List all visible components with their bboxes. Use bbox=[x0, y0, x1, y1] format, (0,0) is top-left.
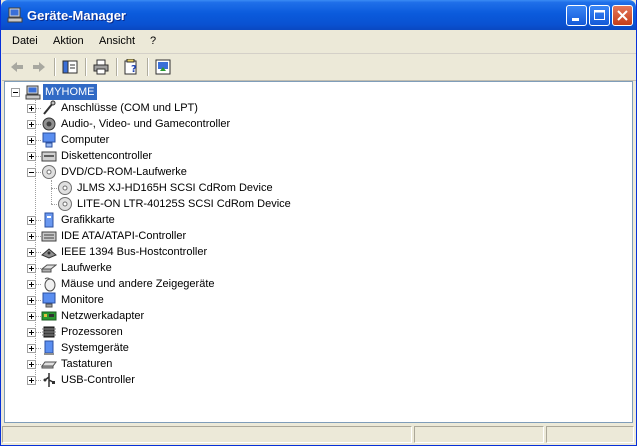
tree-item-monitore[interactable]: Monitore bbox=[5, 292, 625, 308]
tree-item-label: Computer bbox=[61, 134, 110, 146]
menu-datei[interactable]: Datei bbox=[12, 35, 38, 47]
tree-item-label: Netzwerkadapter bbox=[61, 310, 145, 322]
ide-controller-icon bbox=[41, 228, 57, 244]
tree-item-ma-use-und-andere-zeigegera-te[interactable]: Mäuse und andere Zeigegeräte bbox=[5, 276, 625, 292]
tree-item-label: Systemgeräte bbox=[61, 342, 129, 354]
computer-icon bbox=[41, 132, 57, 148]
tree-item-tastaturen[interactable]: Tastaturen bbox=[5, 356, 625, 372]
menu-help[interactable]: ? bbox=[150, 35, 156, 47]
close-icon bbox=[617, 10, 628, 21]
cdrom-icon bbox=[41, 164, 57, 180]
device-tree[interactable]: MYHOME Anschlüsse (COM und LPT) Audio-, Vi… bbox=[4, 81, 633, 423]
tree-item-dvd-cd-rom-laufwerke[interactable]: DVD/CD-ROM-Laufwerke bbox=[5, 164, 625, 180]
tree-root-myhome[interactable]: MYHOME bbox=[5, 84, 625, 100]
svg-text:?: ? bbox=[131, 64, 137, 75]
toolbar: ? bbox=[2, 54, 636, 81]
monitor-icon bbox=[41, 292, 57, 308]
tree-item-label: Laufwerke bbox=[61, 262, 112, 274]
properties-help-button[interactable]: ? bbox=[122, 57, 142, 77]
tree-item-netzwerkadapter[interactable]: Netzwerkadapter bbox=[5, 308, 625, 324]
audio-icon bbox=[41, 116, 57, 132]
tree-item-diskettencontroller[interactable]: Diskettencontroller bbox=[5, 148, 625, 164]
tree-item-ieee-1394-bus-hostcontroller[interactable]: IEEE 1394 Bus-Hostcontroller bbox=[5, 244, 625, 260]
update-driver-button[interactable] bbox=[153, 57, 173, 77]
tree-item-label: IEEE 1394 Bus-Hostcontroller bbox=[61, 246, 208, 258]
forward-button[interactable] bbox=[29, 57, 49, 77]
update-driver-icon bbox=[155, 59, 171, 75]
computer-icon bbox=[25, 84, 41, 100]
mouse-icon bbox=[41, 276, 57, 292]
status-panel-3 bbox=[546, 426, 634, 443]
device-manager-window: Geräte-Manager Datei Aktion Ansicht ? ? … bbox=[0, 0, 637, 446]
menu-ansicht[interactable]: Ansicht bbox=[99, 35, 135, 47]
close-button[interactable] bbox=[612, 5, 633, 26]
menu-bar: Datei Aktion Ansicht ? bbox=[2, 30, 636, 54]
display-adapter-icon bbox=[41, 212, 57, 228]
cdrom-icon bbox=[57, 180, 73, 196]
tree-item-computer[interactable]: Computer bbox=[5, 132, 625, 148]
status-panel-main bbox=[2, 426, 412, 443]
tree-item-laufwerke[interactable]: Laufwerke bbox=[5, 260, 625, 276]
forward-arrow-icon bbox=[33, 62, 45, 72]
window-title: Geräte-Manager bbox=[27, 8, 126, 23]
tree-item-label: Audio-, Video- und Gamecontroller bbox=[61, 118, 231, 130]
tree-item-systemgera-te[interactable]: Systemgeräte bbox=[5, 340, 625, 356]
tree-item-label: LITE-ON LTR-40125S SCSI CdRom Device bbox=[77, 198, 291, 210]
tree-item-label: Diskettencontroller bbox=[61, 150, 153, 162]
menu-aktion[interactable]: Aktion bbox=[53, 35, 84, 47]
back-button[interactable] bbox=[7, 57, 27, 77]
tree-item-label: Tastaturen bbox=[61, 358, 113, 370]
tree-item-label: DVD/CD-ROM-Laufwerke bbox=[61, 166, 187, 178]
tree-item-label: JLMS XJ-HD165H SCSI CdRom Device bbox=[77, 182, 273, 194]
collapse-toggle[interactable] bbox=[11, 88, 20, 97]
tree-item-label: MYHOME bbox=[43, 84, 97, 100]
tree-item-ide-ata-atapi-controller[interactable]: IDE ATA/ATAPI-Controller bbox=[5, 228, 625, 244]
tree-item-label: Prozessoren bbox=[61, 326, 123, 338]
floppy-controller-icon bbox=[41, 148, 57, 164]
tree-item-lite-on-ltr-40125s-scsi-cdrom-device[interactable]: LITE-ON LTR-40125S SCSI CdRom Device bbox=[5, 196, 625, 212]
properties-help-icon: ? bbox=[124, 59, 137, 75]
status-bar bbox=[2, 424, 636, 445]
disk-drive-icon bbox=[40, 260, 58, 276]
cdrom-icon bbox=[57, 196, 73, 212]
show-hide-tree-icon bbox=[62, 60, 78, 74]
back-arrow-icon bbox=[11, 62, 23, 72]
print-button[interactable] bbox=[91, 57, 111, 77]
tree-item-label: USB-Controller bbox=[61, 374, 135, 386]
tree-item-grafikkarte[interactable]: Grafikkarte bbox=[5, 212, 625, 228]
firewire-icon bbox=[41, 244, 57, 260]
tree-item-label: Mäuse und andere Zeigegeräte bbox=[61, 278, 215, 290]
tree-item-label: IDE ATA/ATAPI-Controller bbox=[61, 230, 187, 242]
show-hide-tree-button[interactable] bbox=[60, 57, 80, 77]
processor-icon bbox=[41, 324, 57, 340]
print-icon bbox=[93, 59, 109, 75]
tree-item-jlms-xj-hd165h-scsi-cdrom-device[interactable]: JLMS XJ-HD165H SCSI CdRom Device bbox=[5, 180, 625, 196]
port-icon bbox=[41, 100, 57, 116]
usb-icon bbox=[41, 372, 57, 388]
minimize-button[interactable] bbox=[566, 5, 587, 26]
tree-item-usb-controller[interactable]: USB-Controller bbox=[5, 372, 625, 388]
tree-item-label: Grafikkarte bbox=[61, 214, 115, 226]
network-adapter-icon bbox=[41, 308, 57, 324]
tree-item-label: Anschlüsse (COM und LPT) bbox=[61, 102, 198, 114]
system-device-icon bbox=[41, 340, 57, 356]
status-panel-2 bbox=[414, 426, 544, 443]
computer-manager-icon bbox=[7, 7, 23, 23]
title-bar[interactable]: Geräte-Manager bbox=[1, 0, 636, 30]
tree-item-prozessoren[interactable]: Prozessoren bbox=[5, 324, 625, 340]
tree-item-label: Monitore bbox=[61, 294, 104, 306]
tree-item-anschlu-sse-com-und-lpt[interactable]: Anschlüsse (COM und LPT) bbox=[5, 100, 625, 116]
tree-item-audio-video-und-gamecontroller[interactable]: Audio-, Video- und Gamecontroller bbox=[5, 116, 625, 132]
maximize-button[interactable] bbox=[589, 5, 610, 26]
keyboard-icon bbox=[41, 356, 57, 372]
